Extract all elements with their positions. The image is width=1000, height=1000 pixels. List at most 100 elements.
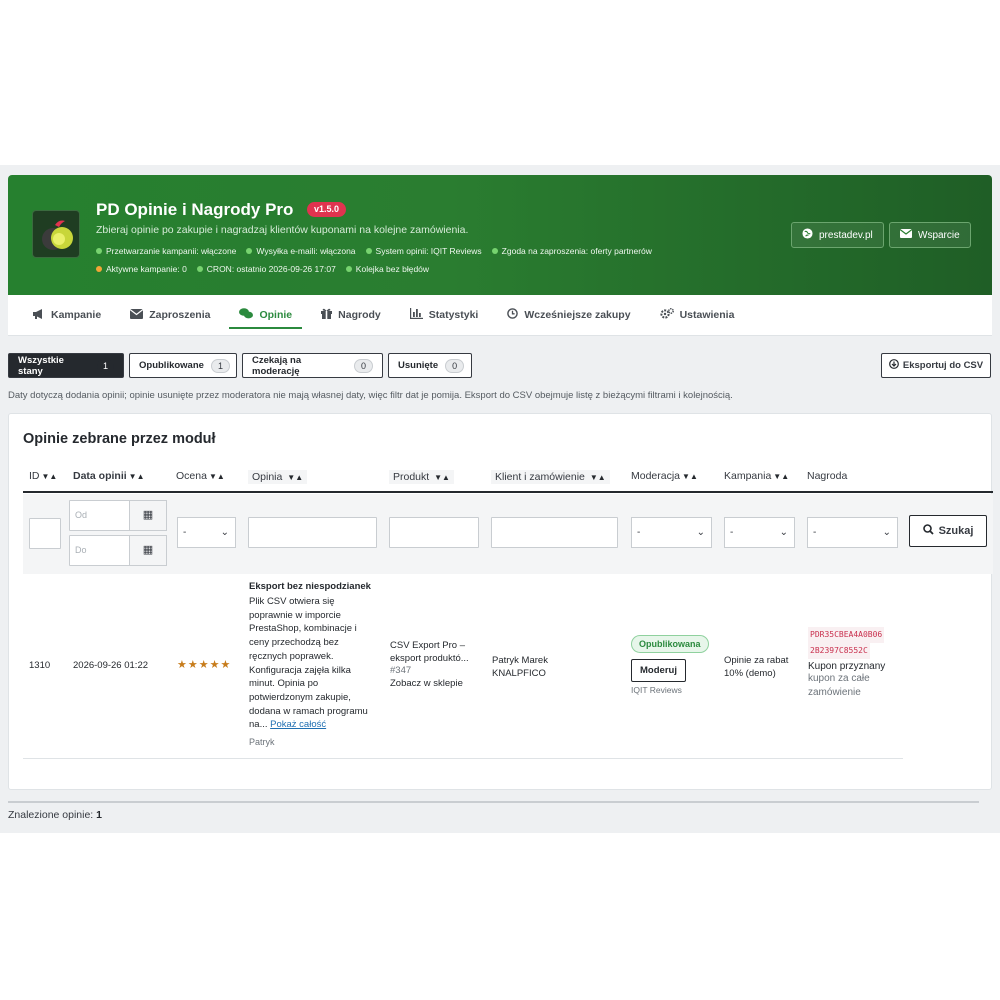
tab-invitations[interactable]: Zaproszenia	[120, 295, 220, 335]
moderation-source: IQIT Reviews	[631, 685, 682, 695]
calendar-to-button[interactable]: ▦	[129, 535, 167, 566]
id-filter-input[interactable]	[29, 518, 61, 549]
filter-pending-moderation[interactable]: Czekają na moderację 0	[242, 353, 383, 378]
megaphone-icon	[32, 308, 45, 322]
panel-title: Opinie zebrane przez moduł	[23, 431, 216, 447]
product-name: CSV Export Pro – eksport produktó...	[390, 640, 469, 664]
module-tabs: Kampanie Zaproszenia Opinie Nagrody Stat…	[8, 295, 992, 336]
column-header-review[interactable]: Opinia ▼▲	[248, 470, 308, 484]
count-badge: 0	[445, 358, 465, 373]
product-cell: CSV Export Pro – eksport produktó... #34…	[390, 639, 482, 689]
search-button[interactable]: Szukaj	[909, 515, 987, 547]
filter-published[interactable]: Opublikowane 1	[129, 353, 237, 378]
count-badge: 0	[353, 358, 373, 373]
product-id: #347	[390, 665, 412, 676]
sort-arrows-icon[interactable]: ▼▲	[773, 472, 789, 481]
envelope-icon	[899, 229, 913, 241]
star-rating: ★★★★★	[177, 659, 232, 671]
status-dot-icon	[96, 266, 102, 272]
moderate-button[interactable]: Moderuj	[631, 659, 686, 682]
status-item: System opinii: IQIT Reviews	[365, 246, 482, 256]
tab-settings[interactable]: Ustawienia	[650, 295, 745, 335]
date-from-input[interactable]: Od	[69, 500, 130, 531]
status-item: Zgoda na zaproszenia: oferty partnerów	[491, 246, 652, 256]
rating-filter-select[interactable]: - ⌄	[177, 517, 236, 548]
footer-divider	[8, 801, 979, 803]
review-content: Eksport bez niespodzianek Plik CSV otwie…	[249, 581, 379, 747]
row-divider	[23, 758, 903, 759]
comments-icon	[239, 308, 254, 322]
status-row: Aktywne kampanie: 0 CRON: ostatnio 2026-…	[96, 264, 429, 274]
moderation-filter-select[interactable]: - ⌄	[631, 517, 712, 548]
count-badge: 1	[96, 359, 114, 372]
column-header-id[interactable]: ID ▼▲	[29, 470, 57, 482]
globe-icon	[802, 228, 813, 242]
count-badge: 1	[210, 358, 230, 373]
show-full-link[interactable]: Pokaż całość	[270, 719, 326, 730]
review-author: Patryk	[249, 737, 275, 748]
export-csv-button[interactable]: Eksportuj do CSV	[881, 353, 991, 378]
calendar-icon: ▦	[142, 544, 154, 556]
reviews-panel: Opinie zebrane przez moduł ID ▼▲ Data opi…	[8, 413, 993, 790]
moderation-cell: Opublikowana Moderuj IQIT Reviews	[631, 635, 709, 695]
status-dot-icon	[491, 248, 498, 254]
status-dot-icon	[365, 248, 372, 254]
tab-campaigns[interactable]: Kampanie	[22, 295, 111, 335]
campaign-name: Opinie za rabat 10% (demo)	[724, 655, 789, 679]
sort-arrows-icon[interactable]: ▼▲	[42, 472, 58, 481]
sort-arrows-icon[interactable]: ▼▲	[209, 472, 225, 481]
review-filter-input[interactable]	[248, 517, 377, 548]
tab-statistics[interactable]: Statystyki	[400, 295, 489, 335]
column-header-reward: Nagroda	[807, 470, 848, 482]
tab-earlier-purchases[interactable]: Wcześniejsze zakupy	[497, 295, 640, 335]
status-dot-icon	[96, 248, 102, 254]
sort-arrows-icon[interactable]: ▼▲	[590, 473, 606, 482]
product-filter-input[interactable]	[389, 517, 479, 548]
date-to-input[interactable]: Do	[69, 535, 130, 566]
found-count: Znalezione opinie: 1	[8, 809, 102, 821]
tab-reviews[interactable]: Opinie	[229, 295, 302, 335]
tab-rewards[interactable]: Nagrody	[311, 295, 391, 335]
status-dot-icon	[246, 248, 253, 254]
status-item: Aktywne kampanie: 0	[96, 264, 187, 274]
calendar-from-button[interactable]: ▦	[129, 500, 167, 531]
customer-filter-input[interactable]	[491, 517, 618, 548]
coupon-code: PDR35CBEA4A0B06	[808, 627, 885, 643]
filter-deleted[interactable]: Usunięte 0	[388, 353, 472, 378]
review-id: 1310	[29, 660, 51, 671]
cogs-icon	[659, 308, 674, 322]
status-item: Kolejka bez błędów	[345, 264, 429, 274]
sort-arrows-icon[interactable]: ▼▲	[129, 472, 145, 481]
reward-cell: PDR35CBEA4A0B06 2B2397C8552C Kupon przyz…	[808, 627, 898, 700]
column-header-product[interactable]: Produkt ▼▲	[389, 470, 454, 484]
reward-filter-select[interactable]: - ⌄	[807, 517, 898, 548]
support-button[interactable]: Wsparcie	[889, 222, 971, 248]
search-icon	[922, 524, 934, 538]
gift-icon	[321, 308, 333, 322]
chevron-down-icon: ⌄	[220, 527, 229, 538]
chevron-down-icon: ⌄	[882, 527, 891, 538]
module-subtitle: Zbieraj opinie po zakupie i nagradzaj kl…	[96, 224, 469, 236]
order-reference: KNALPFICO	[492, 668, 546, 679]
campaign-filter-select[interactable]: - ⌄	[724, 517, 795, 548]
sort-arrows-icon[interactable]: ▼▲	[682, 472, 698, 481]
column-header-campaign[interactable]: Kampania ▼▲	[724, 470, 789, 482]
status-item: CRON: ostatnio 2026-09-26 17:07	[196, 264, 336, 274]
prestadev-link-button[interactable]: prestadev.pl	[791, 222, 884, 248]
version-badge: v1.5.0	[307, 202, 347, 217]
column-header-customer[interactable]: Klient i zamówienie ▼▲	[491, 470, 610, 484]
view-in-store-link[interactable]: Zobacz w sklepie	[390, 678, 482, 689]
column-header-moderation[interactable]: Moderacja ▼▲	[631, 470, 698, 482]
status-item: Przetwarzanie kampanii: włączone	[96, 246, 236, 256]
module-title: PD Opinie i Nagrody Pro	[96, 200, 294, 219]
column-header-rating[interactable]: Ocena ▼▲	[176, 470, 225, 482]
column-header-date[interactable]: Data opinii ▼▲	[73, 470, 145, 482]
sort-arrows-icon[interactable]: ▼▲	[434, 473, 450, 482]
filter-all-states[interactable]: Wszystkie stany 1	[8, 353, 124, 378]
customer-cell: Patryk Marek KNALPFICO	[492, 654, 548, 680]
table-header-divider	[23, 491, 993, 493]
status-dot-icon	[196, 266, 203, 272]
module-logo	[32, 210, 80, 258]
download-icon	[888, 359, 899, 372]
sort-arrows-icon[interactable]: ▼▲	[287, 473, 303, 482]
